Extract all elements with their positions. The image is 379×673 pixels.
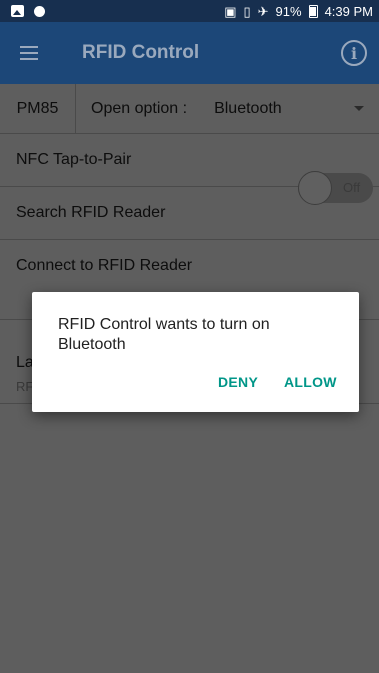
- connect-toggle-state: Off: [343, 180, 361, 195]
- connect-label: Connect to RFID Reader: [16, 257, 193, 274]
- hamburger-menu-icon[interactable]: [0, 22, 58, 84]
- vibrate-icon: ▯: [243, 3, 251, 19]
- airplane-icon: ✈: [257, 3, 269, 19]
- battery-icon: [308, 4, 318, 18]
- app-bar: RFID Control i: [0, 22, 379, 84]
- open-option-row: PM85 Open option : Bluetooth: [0, 83, 379, 134]
- dropdown-arrow-icon[interactable]: [354, 106, 364, 111]
- circle-icon: [34, 5, 45, 17]
- bluetooth-permission-dialog: RFID Control wants to turn on Bluetooth …: [32, 292, 359, 412]
- nfc-icon: ▣: [224, 3, 237, 19]
- allow-button[interactable]: ALLOW: [284, 374, 337, 390]
- open-option-select[interactable]: Bluetooth: [214, 100, 282, 118]
- open-option-label: Open option :: [91, 99, 188, 117]
- image-icon: [11, 5, 24, 17]
- connect-toggle-thumb[interactable]: [298, 171, 332, 205]
- last-item-sublabel: RF: [16, 379, 34, 394]
- app-title: RFID Control: [82, 42, 200, 63]
- info-icon[interactable]: i: [341, 40, 367, 66]
- battery-percent: 91%: [275, 3, 302, 19]
- deny-button[interactable]: DENY: [218, 374, 258, 390]
- status-time: 4:39 PM: [324, 3, 373, 19]
- dialog-message: RFID Control wants to turn on Bluetooth: [58, 316, 270, 353]
- device-model-label: PM85: [0, 83, 76, 134]
- status-bar: ▣ ▯ ✈ 91% 4:39 PM: [0, 0, 379, 22]
